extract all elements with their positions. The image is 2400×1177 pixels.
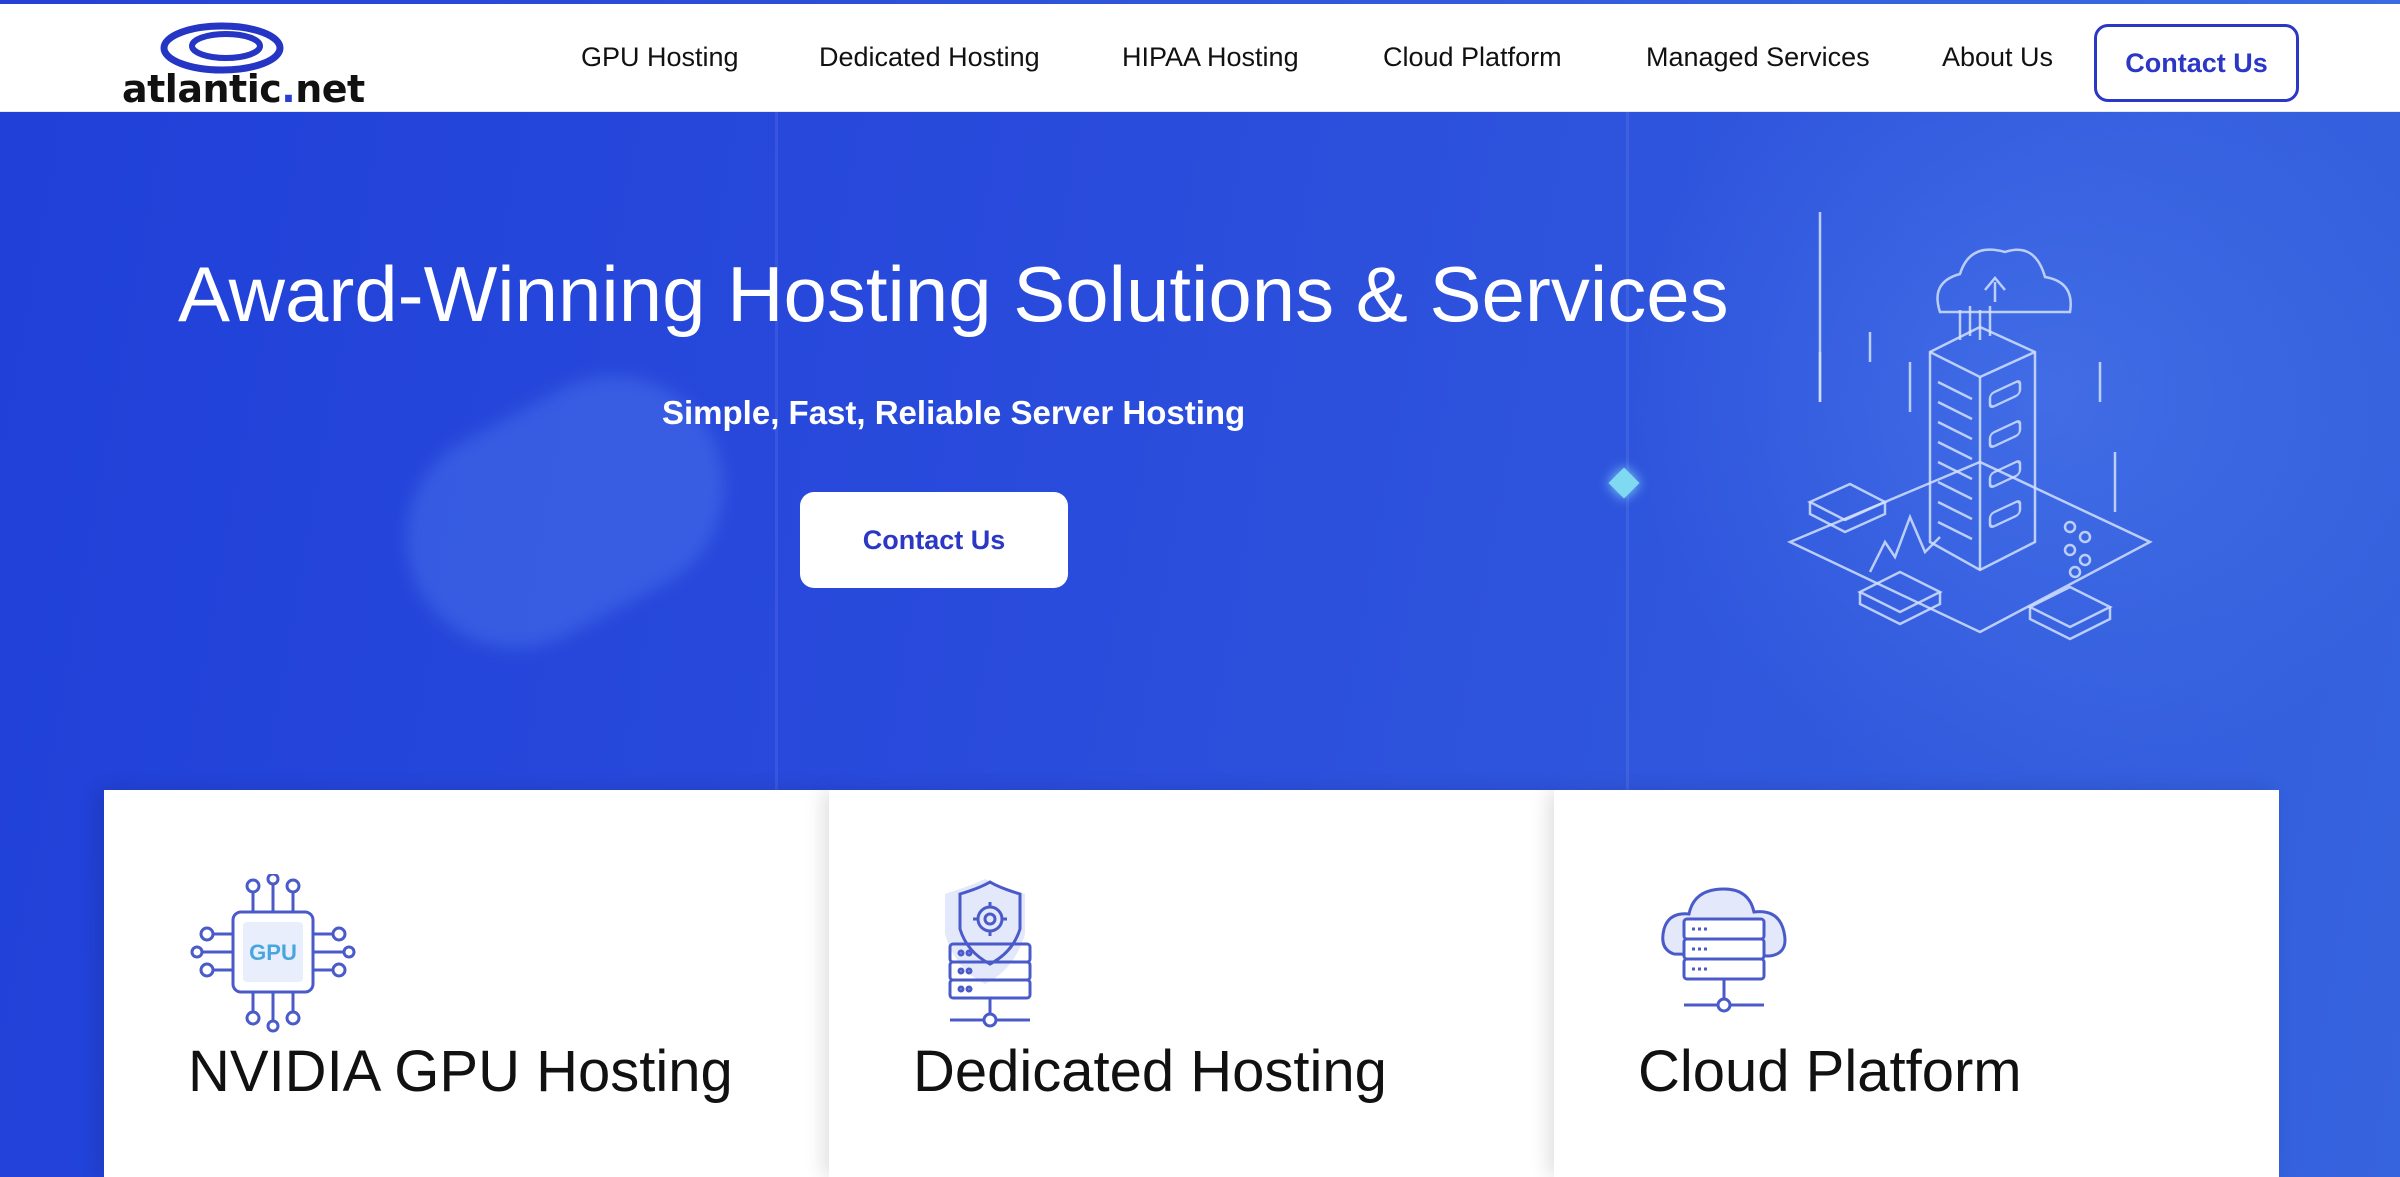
site-header: atlantic.net GPU Hosting Dedicated Hosti… — [0, 4, 2400, 112]
service-card-gpu[interactable]: GPU NVIDIA GPU Hosting — [104, 790, 829, 1177]
hero-contact-button[interactable]: Contact Us — [800, 492, 1068, 588]
nav-hipaa-hosting[interactable]: HIPAA Hosting — [1122, 44, 1299, 71]
cloud-server-icon — [1661, 887, 1787, 1013]
gpu-chip-icon: GPU — [190, 874, 356, 1033]
service-card-cloud[interactable]: Cloud Platform — [1554, 790, 2279, 1177]
nav-managed-services[interactable]: Managed Services — [1646, 44, 1870, 71]
hero-subtitle: Simple, Fast, Reliable Server Hosting — [662, 394, 1246, 431]
card-title: Dedicated Hosting — [913, 1039, 1387, 1104]
hero-decorative-blob — [367, 337, 763, 687]
logo-wordmark: atlantic.net — [122, 67, 365, 111]
card-title: Cloud Platform — [1638, 1039, 2022, 1104]
server-cloud-illustration-icon — [1786, 212, 2153, 641]
hero-divider-line — [1626, 112, 1629, 792]
svg-text:GPU: GPU — [249, 940, 297, 965]
service-card-dedicated[interactable]: Dedicated Hosting — [829, 790, 1554, 1177]
hero-divider-line — [775, 112, 778, 792]
shield-server-icon — [945, 879, 1032, 1028]
nav-about-us[interactable]: About Us — [1942, 44, 2053, 71]
card-title: NVIDIA GPU Hosting — [188, 1039, 733, 1104]
hero-title: Award-Winning Hosting Solutions & Servic… — [178, 250, 1729, 338]
nav-dedicated-hosting[interactable]: Dedicated Hosting — [819, 44, 1040, 71]
nav-gpu-hosting[interactable]: GPU Hosting — [581, 44, 739, 71]
brand-logo[interactable]: atlantic.net — [122, 18, 365, 110]
header-contact-button[interactable]: Contact Us — [2094, 24, 2299, 102]
nav-cloud-platform[interactable]: Cloud Platform — [1383, 44, 1562, 71]
